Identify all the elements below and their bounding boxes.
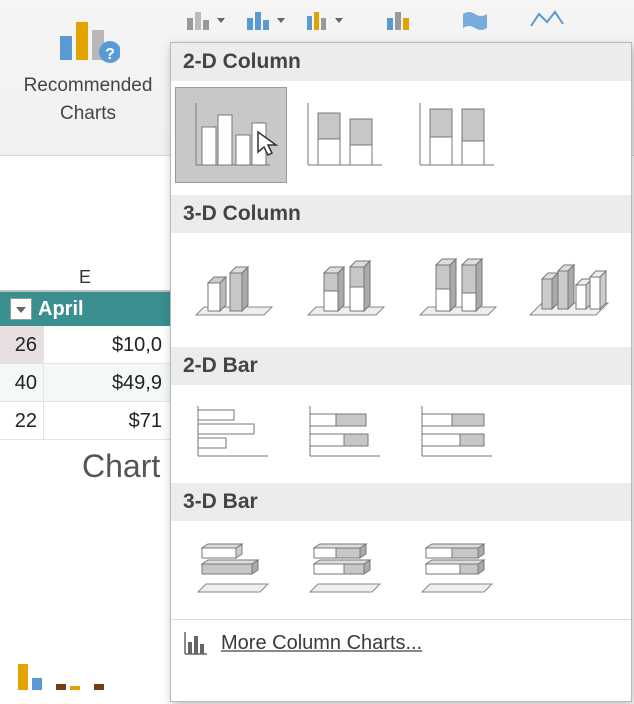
3d-100-stacked-column-option[interactable] <box>399 239 511 335</box>
column-chart-dropdown[interactable] <box>178 6 234 34</box>
month-header-cell[interactable]: April <box>0 292 170 326</box>
cell-value: $49,9 <box>44 364 164 401</box>
more-column-charts-link[interactable]: More Column Charts... <box>171 619 631 668</box>
svg-text:?: ? <box>105 46 115 63</box>
chart-type-minibuttons <box>170 0 586 34</box>
3d-clustered-bar-option[interactable] <box>175 527 287 607</box>
section-header-2d-column: 2-D Column <box>171 43 631 81</box>
section-body-3d-column <box>171 233 631 347</box>
bar-chart-dropdown[interactable] <box>238 6 294 34</box>
recommended-charts-button[interactable]: ? Recommended Charts <box>6 0 170 126</box>
section-header-3d-column: 3-D Column <box>171 195 631 233</box>
cell-left: 26 <box>0 326 44 363</box>
recommended-charts-icon: ? <box>56 10 120 66</box>
recommended-charts-label-1: Recommended <box>24 74 153 98</box>
map-chart-dropdown[interactable] <box>452 6 508 34</box>
line-chart-dropdown[interactable] <box>522 6 578 34</box>
embedded-chart-peek <box>18 660 104 690</box>
stacked-bar-option[interactable] <box>287 391 399 471</box>
statistical-chart-dropdown[interactable] <box>298 6 354 34</box>
column-header-e[interactable]: E <box>0 262 170 292</box>
worksheet-peek: E April 26 $10,0 40 $49,9 22 $71 <box>0 156 170 440</box>
3d-column-option[interactable] <box>511 239 623 335</box>
combo-chart-dropdown[interactable] <box>378 6 434 34</box>
cell-left: 22 <box>0 402 44 439</box>
3d-stacked-bar-option[interactable] <box>287 527 399 607</box>
cell-left: 40 <box>0 364 44 401</box>
column-chart-icon <box>181 630 209 656</box>
chart-title-placeholder: Chart <box>82 448 160 485</box>
stacked-column-option[interactable] <box>287 87 399 183</box>
column-chart-gallery: 2-D Column 3-D Column <box>170 42 632 702</box>
data-row[interactable]: 26 $10,0 <box>0 326 170 364</box>
3d-stacked-column-option[interactable] <box>287 239 399 335</box>
section-body-2d-column <box>171 81 631 195</box>
recommended-charts-label-2: Charts <box>60 102 116 126</box>
section-header-3d-bar: 3-D Bar <box>171 483 631 521</box>
section-header-2d-bar: 2-D Bar <box>171 347 631 385</box>
section-body-2d-bar <box>171 385 631 483</box>
cell-value: $10,0 <box>44 326 164 363</box>
3d-clustered-column-option[interactable] <box>175 239 287 335</box>
100-stacked-column-option[interactable] <box>399 87 511 183</box>
cell-value: $71 <box>44 402 164 439</box>
clustered-bar-option[interactable] <box>175 391 287 471</box>
more-column-charts-label: More Column Charts... <box>221 632 422 655</box>
filter-dropdown-icon[interactable] <box>10 298 32 320</box>
clustered-column-option[interactable] <box>175 87 287 183</box>
section-body-3d-bar <box>171 521 631 619</box>
100-stacked-bar-option[interactable] <box>399 391 511 471</box>
month-header-label: April <box>38 292 84 326</box>
data-row[interactable]: 40 $49,9 <box>0 364 170 402</box>
data-row[interactable]: 22 $71 <box>0 402 170 440</box>
3d-100-stacked-bar-option[interactable] <box>399 527 511 607</box>
